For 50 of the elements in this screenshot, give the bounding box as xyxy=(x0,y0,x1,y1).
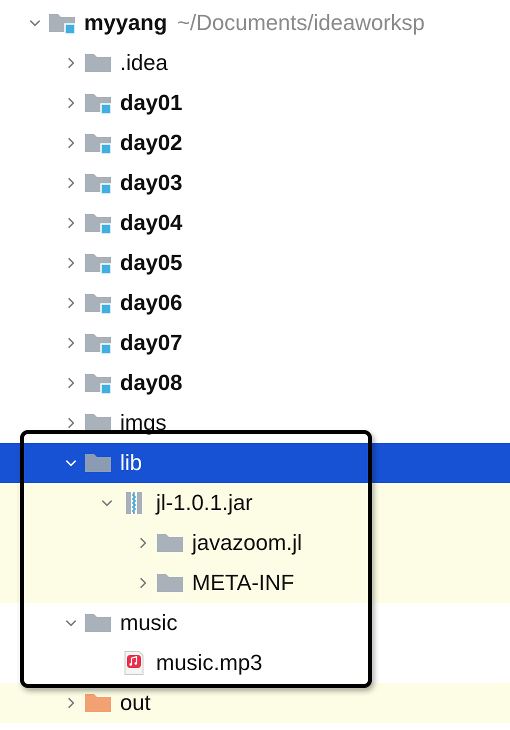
tree-row[interactable]: music xyxy=(0,603,510,643)
module-folder-icon xyxy=(84,91,112,115)
item-name: lib xyxy=(120,450,142,476)
folder-icon xyxy=(156,571,184,595)
folder-icon xyxy=(84,611,112,635)
item-name: music xyxy=(120,610,178,636)
tree-row[interactable]: day06 xyxy=(0,283,510,323)
tree-row[interactable]: day04 xyxy=(0,203,510,243)
folder-icon xyxy=(84,51,112,75)
item-name: .idea xyxy=(120,50,168,76)
item-name: javazoom.jl xyxy=(192,530,302,556)
module-folder-icon xyxy=(84,371,112,395)
item-name: day03 xyxy=(120,170,182,196)
module-folder-icon xyxy=(84,251,112,275)
module-folder-icon xyxy=(48,11,76,35)
tree-row[interactable]: day07 xyxy=(0,323,510,363)
tree-row[interactable]: lib xyxy=(0,443,510,483)
item-name: day01 xyxy=(120,90,182,116)
path-hint: ~/Documents/ideaworksp xyxy=(177,10,425,36)
tree-row[interactable]: day08 xyxy=(0,363,510,403)
item-name: day04 xyxy=(120,210,182,236)
module-folder-icon xyxy=(84,131,112,155)
item-name: day07 xyxy=(120,330,182,356)
tree-row[interactable]: javazoom.jl xyxy=(0,523,510,563)
tree-row[interactable]: day02 xyxy=(0,123,510,163)
module-folder-icon xyxy=(84,171,112,195)
item-name: jl-1.0.1.jar xyxy=(156,490,253,516)
item-name: META-INF xyxy=(192,570,294,596)
item-name: day06 xyxy=(120,290,182,316)
tree-row[interactable]: myyang ~/Documents/ideaworksp xyxy=(0,3,510,43)
tree-row[interactable]: .idea xyxy=(0,43,510,83)
module-folder-icon xyxy=(84,331,112,355)
item-name: day05 xyxy=(120,250,182,276)
tree-row[interactable]: day01 xyxy=(0,83,510,123)
item-name: out xyxy=(120,690,151,716)
tree-row[interactable]: day05 xyxy=(0,243,510,283)
tree-row[interactable]: META-INF xyxy=(0,563,510,603)
tree-row[interactable]: music.mp3 xyxy=(0,643,510,683)
item-name: myyang xyxy=(84,10,168,36)
tree-row[interactable]: jl-1.0.1.jar xyxy=(0,483,510,523)
tree-row[interactable]: day03 xyxy=(0,163,510,203)
module-folder-icon xyxy=(84,291,112,315)
folder-icon xyxy=(156,531,184,555)
item-name: music.mp3 xyxy=(156,650,262,676)
tree-row[interactable]: out xyxy=(0,683,510,723)
folder-icon xyxy=(84,691,112,715)
item-name: day02 xyxy=(120,130,182,156)
folder-icon xyxy=(84,451,112,475)
item-name: day08 xyxy=(120,370,182,396)
module-folder-icon xyxy=(84,211,112,235)
